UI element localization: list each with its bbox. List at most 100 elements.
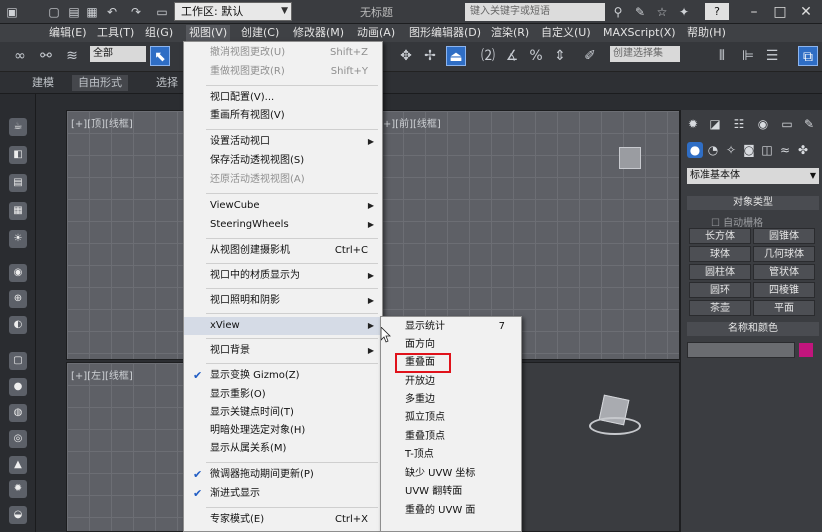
- menu-graph-editors[interactable]: 图形编辑器(D): [406, 25, 484, 41]
- viewport-top[interactable]: [+][顶][线框]: [66, 110, 186, 360]
- sun-icon[interactable]: ✹: [9, 480, 27, 498]
- close-button[interactable]: ✕: [794, 2, 818, 22]
- teapot-button[interactable]: 茶壶: [689, 300, 751, 316]
- spinner-snap-icon[interactable]: ⇕: [550, 46, 570, 66]
- menu-item-viewcube[interactable]: ViewCube ▶: [184, 197, 382, 215]
- select-rotate-icon[interactable]: ✢: [420, 46, 440, 66]
- percent-snap-icon[interactable]: %: [526, 46, 546, 66]
- cone-icon[interactable]: ▲: [9, 456, 27, 474]
- maximize-button[interactable]: □: [768, 2, 792, 22]
- new-file-icon[interactable]: ▢: [46, 4, 62, 20]
- menu-item-steeringwheels[interactable]: SteeringWheels ▶: [184, 216, 382, 234]
- cylinder-icon[interactable]: ◍: [9, 404, 27, 422]
- hierarchy-tab-icon[interactable]: ☷: [731, 116, 747, 132]
- open-file-icon[interactable]: ▤: [66, 4, 82, 20]
- layer-manager-icon[interactable]: ☰: [762, 46, 782, 66]
- viewport-perspective[interactable]: [520, 362, 680, 532]
- create-tab-icon[interactable]: ✹: [685, 116, 701, 132]
- viewport-front-label[interactable]: [+][前][线框]: [379, 115, 441, 130]
- name-color-header[interactable]: 名称和颜色: [687, 322, 819, 336]
- selection-filter-dropdown[interactable]: 全部: [90, 46, 146, 62]
- menu-item-restore-persp-view[interactable]: 还原活动透视视图(A): [184, 171, 382, 189]
- viewport-left-label[interactable]: [+][左][线框]: [71, 367, 133, 382]
- menu-item-redo-view[interactable]: 重做视图更改(R) Shift+Y: [184, 63, 382, 81]
- menu-modifiers[interactable]: 修改器(M): [290, 25, 347, 41]
- menu-help[interactable]: 帮助(H): [684, 25, 729, 41]
- communication-center-icon[interactable]: ✎: [632, 4, 648, 20]
- helpers-category-icon[interactable]: ◫: [759, 142, 775, 158]
- snap-toggle-icon[interactable]: ⑵: [478, 46, 498, 66]
- render-frame-icon[interactable]: ▦: [9, 202, 27, 220]
- helper-icon[interactable]: ⊕: [9, 290, 27, 308]
- pyramid-button[interactable]: 四棱锥: [753, 282, 815, 298]
- menu-item-progressive-display[interactable]: ✔ 渐进式显示: [184, 485, 382, 503]
- plane-button[interactable]: 平面: [753, 300, 815, 316]
- submenu-item-open-edges[interactable]: 开放边: [381, 373, 521, 391]
- submenu-item-overlapping-vertices[interactable]: 重叠顶点: [381, 428, 521, 446]
- submenu-item-missing-uvw[interactable]: 缺少 UVW 坐标: [381, 465, 521, 483]
- menu-item-create-camera[interactable]: 从视图创建摄影机 Ctrl+C: [184, 242, 382, 260]
- camera-icon[interactable]: ◉: [9, 264, 27, 282]
- favorites-icon[interactable]: ✦: [676, 4, 692, 20]
- mirror-icon[interactable]: ⫴: [712, 46, 732, 66]
- systems-category-icon[interactable]: ✤: [795, 142, 811, 158]
- menu-rendering[interactable]: 渲染(R): [488, 25, 532, 41]
- schematic-icon[interactable]: ▤: [9, 174, 27, 192]
- material-icon[interactable]: ◧: [9, 146, 27, 164]
- tab-freeform[interactable]: 自由形式: [72, 75, 128, 91]
- geosphere-icon[interactable]: ◒: [9, 506, 27, 524]
- submenu-item-multiple-edges[interactable]: 多重边: [381, 391, 521, 409]
- named-selection-dropdown[interactable]: 创建选择集: [610, 46, 680, 62]
- cone-button[interactable]: 圆锥体: [753, 228, 815, 244]
- menu-item-material-display[interactable]: 视口中的材质显示为 ▶: [184, 267, 382, 285]
- menu-maxscript[interactable]: MAXScript(X): [600, 25, 679, 41]
- minimize-button[interactable]: –: [742, 2, 766, 22]
- redo-icon[interactable]: ↷: [128, 4, 144, 20]
- undo-icon[interactable]: ↶: [104, 4, 120, 20]
- menu-edit[interactable]: 编辑(E): [46, 25, 90, 41]
- primitive-type-dropdown[interactable]: 标准基本体 ▼: [687, 168, 819, 184]
- align-icon[interactable]: ⊫: [738, 46, 758, 66]
- space-warp-icon[interactable]: ◐: [9, 316, 27, 334]
- submenu-item-t-vertices[interactable]: T-顶点: [381, 446, 521, 464]
- shapes-category-icon[interactable]: ◔: [705, 142, 721, 158]
- menu-item-show-dependencies[interactable]: 显示从属关系(M): [184, 440, 382, 458]
- viewport-left[interactable]: [+][左][线框]: [66, 362, 186, 532]
- submenu-item-face-orientation[interactable]: 面方向: [381, 336, 521, 354]
- save-file-icon[interactable]: ▦: [84, 4, 100, 20]
- cameras-category-icon[interactable]: ◙: [741, 142, 757, 158]
- menu-customize[interactable]: 自定义(U): [538, 25, 594, 41]
- select-object-icon[interactable]: ⬉: [150, 46, 170, 66]
- torus-icon[interactable]: ◎: [9, 430, 27, 448]
- menu-item-save-persp-view[interactable]: 保存活动透视视图(S): [184, 152, 382, 170]
- viewcube-icon[interactable]: [619, 147, 641, 169]
- unlink-icon[interactable]: ⚯: [36, 46, 56, 66]
- submenu-item-show-stats[interactable]: 显示统计 7: [381, 318, 521, 336]
- bind-space-warp-icon[interactable]: ≋: [62, 46, 82, 66]
- menu-create[interactable]: 创建(C): [238, 25, 282, 41]
- object-color-swatch[interactable]: [799, 343, 813, 357]
- reference-coordinate-icon[interactable]: ⏏: [446, 46, 466, 66]
- menu-item-show-key-times[interactable]: 显示关键点时间(T): [184, 404, 382, 422]
- sphere-icon[interactable]: ●: [9, 378, 27, 396]
- object-type-header[interactable]: 对象类型: [687, 196, 819, 210]
- menu-item-shade-selected[interactable]: 明暗处理选定对象(H): [184, 422, 382, 440]
- submenu-item-isolated-vertices[interactable]: 孤立顶点: [381, 409, 521, 427]
- menu-view[interactable]: 视图(V): [186, 25, 231, 41]
- lights-category-icon[interactable]: ✧: [723, 142, 739, 158]
- menu-item-redraw-all[interactable]: 重画所有视图(V): [184, 107, 382, 125]
- object-name-field[interactable]: [687, 342, 795, 358]
- angle-snap-icon[interactable]: ∡: [502, 46, 522, 66]
- box-button[interactable]: 长方体: [689, 228, 751, 244]
- select-move-icon[interactable]: ✥: [396, 46, 416, 66]
- submenu-item-flipped-uvw[interactable]: UVW 翻转面: [381, 483, 521, 501]
- motion-tab-icon[interactable]: ◉: [755, 116, 771, 132]
- tab-selection[interactable]: 选择: [150, 75, 184, 91]
- spacewarps-category-icon[interactable]: ≈: [777, 142, 793, 158]
- geosphere-button[interactable]: 几何球体: [753, 246, 815, 262]
- menu-item-expert-mode[interactable]: 专家模式(E) Ctrl+X: [184, 511, 382, 529]
- display-tab-icon[interactable]: ▭: [779, 116, 795, 132]
- help-button[interactable]: ?: [705, 3, 729, 20]
- menu-item-viewport-background[interactable]: 视口背景 ▶: [184, 342, 382, 360]
- menu-item-spinner-update[interactable]: ✔ 微调器拖动期间更新(P): [184, 466, 382, 484]
